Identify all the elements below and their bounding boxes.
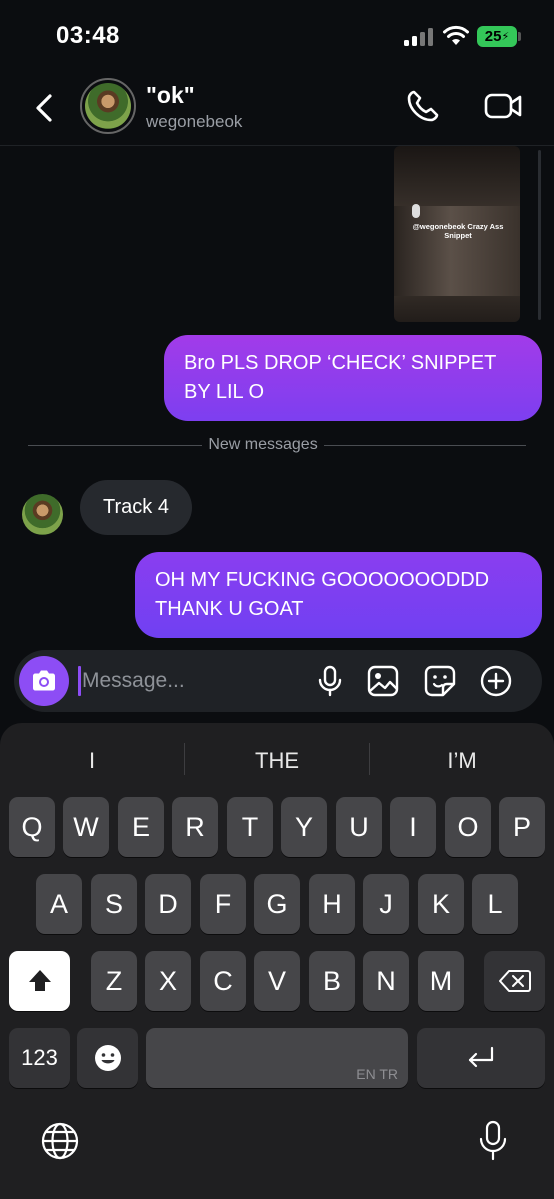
key-z[interactable]: Z	[91, 951, 137, 1011]
sticker-icon[interactable]	[423, 664, 457, 698]
suggestion-3[interactable]: I’M	[370, 745, 554, 777]
key-d[interactable]: D	[145, 874, 191, 934]
outgoing-message[interactable]: OH MY FUCKING GOOOOOOODDD THANK U GOAT	[135, 552, 542, 638]
scroll-indicator	[538, 150, 541, 320]
message-composer	[14, 650, 542, 712]
key-q[interactable]: Q	[9, 797, 55, 857]
numbers-key[interactable]: 123	[9, 1028, 70, 1088]
return-key[interactable]	[417, 1028, 545, 1088]
camera-button[interactable]	[19, 656, 69, 706]
chat-header: "ok" wegonebeok	[0, 70, 554, 146]
wifi-icon	[443, 25, 469, 45]
cellular-signal-icon	[404, 28, 434, 46]
key-r[interactable]: R	[172, 797, 218, 857]
key-c[interactable]: C	[200, 951, 246, 1011]
key-k[interactable]: K	[418, 874, 464, 934]
key-e[interactable]: E	[118, 797, 164, 857]
return-icon	[468, 1046, 494, 1068]
key-u[interactable]: U	[336, 797, 382, 857]
key-l[interactable]: L	[472, 874, 518, 934]
key-h[interactable]: H	[309, 874, 355, 934]
suggestion-2[interactable]: THE	[185, 745, 369, 777]
thumbnail-caption: @wegonebeok Crazy Ass Snippet	[412, 222, 504, 241]
gallery-icon[interactable]	[366, 664, 400, 698]
shift-key[interactable]	[9, 951, 70, 1011]
contact-avatar[interactable]	[80, 78, 136, 134]
key-o[interactable]: O	[445, 797, 491, 857]
backspace-icon	[498, 970, 531, 992]
key-f[interactable]: F	[200, 874, 246, 934]
outgoing-message[interactable]: Bro PLS DROP ‘CHECK’ SNIPPET BY LIL O	[164, 335, 542, 421]
keyboard-language-label: EN TR	[356, 1066, 398, 1082]
plus-icon[interactable]	[479, 664, 513, 698]
incoming-message[interactable]: Track 4	[80, 480, 192, 535]
battery-nub	[518, 32, 521, 41]
contact-name[interactable]: "ok"	[146, 82, 195, 109]
status-time: 03:48	[56, 22, 120, 49]
key-a[interactable]: A	[36, 874, 82, 934]
incoming-message-text: Track 4	[103, 496, 169, 518]
shift-icon	[28, 970, 51, 991]
key-m[interactable]: M	[418, 951, 464, 1011]
new-messages-divider: New messages	[28, 432, 526, 460]
thumbnail-figure	[412, 204, 420, 218]
battery-icon: 25 ⚡	[477, 26, 517, 47]
divider-label: New messages	[208, 436, 318, 453]
battery-level: 25	[484, 28, 502, 45]
key-x[interactable]: X	[145, 951, 191, 1011]
key-w[interactable]: W	[63, 797, 109, 857]
thumbnail-scene	[394, 206, 520, 296]
key-v[interactable]: V	[254, 951, 300, 1011]
backspace-key[interactable]	[484, 951, 545, 1011]
microphone-icon[interactable]	[313, 664, 347, 698]
space-bar[interactable]: EN TR	[146, 1028, 408, 1088]
emoji-icon	[94, 1045, 121, 1071]
key-b[interactable]: B	[309, 951, 355, 1011]
sender-avatar[interactable]	[22, 494, 63, 535]
message-input[interactable]	[82, 662, 302, 700]
key-y[interactable]: Y	[281, 797, 327, 857]
key-j[interactable]: J	[363, 874, 409, 934]
key-p[interactable]: P	[499, 797, 545, 857]
dictation-microphone-icon[interactable]	[476, 1119, 510, 1163]
camera-icon	[33, 670, 55, 691]
shared-video-thumbnail[interactable]: @wegonebeok Crazy Ass Snippet	[394, 146, 520, 322]
key-i[interactable]: I	[390, 797, 436, 857]
suggestion-1[interactable]: I	[0, 745, 184, 777]
phone-icon[interactable]	[405, 88, 441, 124]
key-g[interactable]: G	[254, 874, 300, 934]
back-chevron-icon[interactable]	[30, 88, 60, 128]
globe-icon[interactable]	[40, 1121, 80, 1161]
key-n[interactable]: N	[363, 951, 409, 1011]
emoji-key[interactable]	[77, 1028, 138, 1088]
text-cursor	[78, 666, 81, 696]
key-t[interactable]: T	[227, 797, 273, 857]
keyboard: I THE I’M Q W E R T Y U I O P A S D F G …	[0, 723, 554, 1199]
status-bar: 03:48 25 ⚡	[0, 0, 554, 70]
key-s[interactable]: S	[91, 874, 137, 934]
contact-handle[interactable]: wegonebeok	[146, 112, 242, 132]
video-camera-icon[interactable]	[484, 90, 522, 122]
